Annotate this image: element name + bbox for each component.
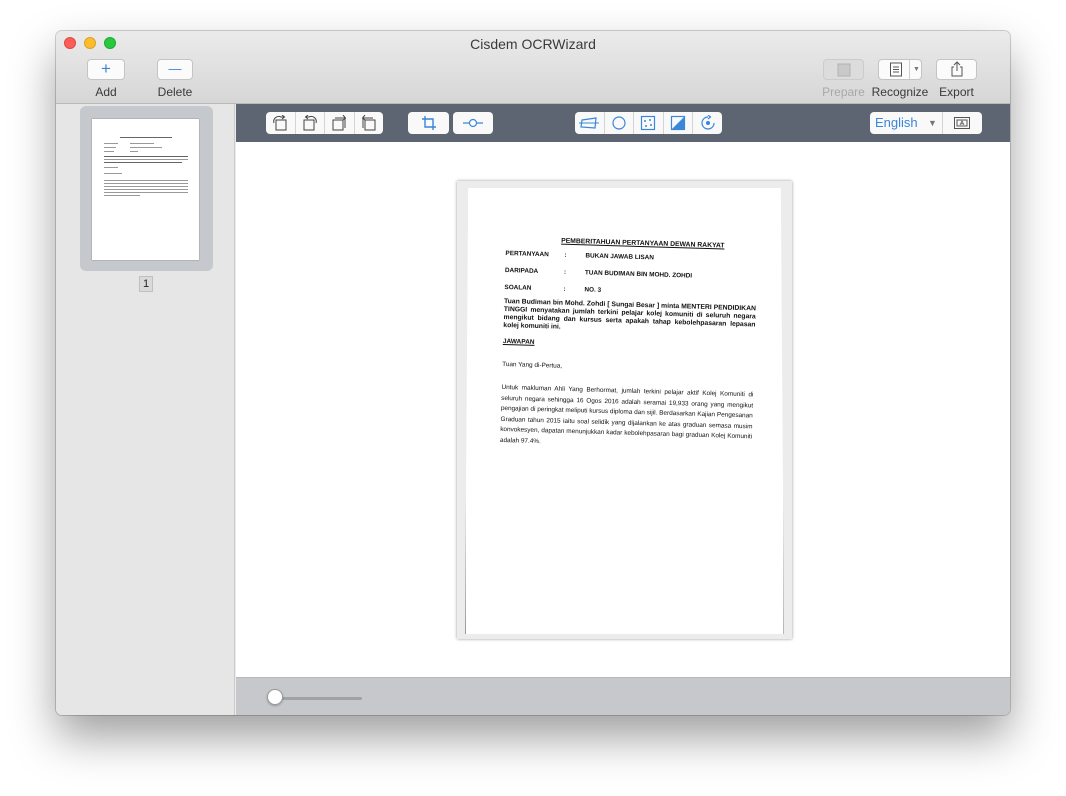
text-area-icon[interactable]: [954, 117, 970, 129]
crop-icon: [421, 116, 436, 130]
contrast-button[interactable]: [662, 112, 693, 134]
recognize-options-divider: [909, 60, 910, 79]
adjust-slider-button[interactable]: [453, 112, 493, 134]
deskew-button[interactable]: [575, 112, 604, 134]
rotate-tool-group: [266, 112, 383, 134]
reset-rotate-icon: [701, 115, 715, 130]
field-label: DARIPADA: [504, 266, 539, 275]
rotate-right-button[interactable]: [294, 112, 325, 134]
page-preview: PEMBERITAHUAN PERTANYAAN DEWAN RAKYAT PE…: [457, 181, 792, 639]
language-value: English: [875, 115, 918, 130]
denoise-icon: [641, 115, 656, 131]
language-divider: [942, 112, 943, 134]
field-colon: :: [563, 268, 567, 276]
export-label: Export: [939, 85, 974, 99]
document-icon: [890, 62, 902, 77]
flip-left-button[interactable]: [324, 112, 354, 134]
page-thumbnails-sidebar: 1: [56, 104, 235, 715]
export-button[interactable]: [936, 59, 977, 80]
answer-paragraph: Untuk makluman Ahli Yang Berhormat, juml…: [499, 383, 754, 445]
zoom-slider-knob[interactable]: [267, 689, 283, 705]
field-colon: :: [563, 285, 566, 293]
minus-icon: —: [168, 61, 182, 76]
answer-heading: JAWAPAN: [502, 337, 535, 346]
field-value: BUKAN JAWAB LISAN: [585, 252, 655, 262]
chevron-down-icon[interactable]: ▼: [913, 61, 920, 78]
adjust-slider-icon: [463, 118, 483, 128]
app-window: Cisdem OCRWizard + Add — Delete Prepare …: [56, 31, 1010, 715]
prepare-icon: [837, 63, 850, 77]
rotate-left-icon: [273, 115, 287, 131]
recognize-button[interactable]: ▼: [878, 59, 922, 80]
window-title: Cisdem OCRWizard: [470, 36, 596, 52]
flip-right-icon: [361, 115, 376, 131]
add-label: Add: [95, 85, 117, 99]
add-button[interactable]: +: [87, 59, 125, 80]
edit-toolbar: English ▼: [236, 104, 1010, 142]
field-label: SOALAN: [504, 283, 532, 292]
circle-icon: [612, 116, 626, 130]
document-canvas: PEMBERITAHUAN PERTANYAAN DEWAN RAKYAT PE…: [236, 142, 1010, 677]
field-value: TUAN BUDIMAN BIN MOHD. ZOHDI: [584, 269, 693, 280]
chevron-down-icon: ▼: [928, 118, 937, 128]
denoise-button[interactable]: [633, 112, 663, 134]
page-number-badge: 1: [139, 276, 153, 292]
scanned-page: PEMBERITAHUAN PERTANYAAN DEWAN RAKYAT PE…: [465, 188, 784, 634]
greeting: Tuan Yang di-Pertua,: [502, 360, 563, 370]
plus-icon: +: [101, 59, 111, 78]
crop-button[interactable]: [408, 112, 449, 134]
deskew-icon: [579, 117, 600, 129]
circle-tool-button[interactable]: [603, 112, 634, 134]
prepare-label: Prepare: [822, 85, 865, 99]
rotate-right-icon: [303, 115, 317, 131]
titlebar: Cisdem OCRWizard + Add — Delete Prepare …: [56, 31, 1010, 104]
delete-label: Delete: [157, 85, 193, 99]
share-icon: [951, 61, 962, 77]
page-content: PEMBERITAHUAN PERTANYAAN DEWAN RAKYAT PE…: [500, 236, 758, 453]
zoom-slider-track[interactable]: [272, 697, 362, 700]
field-value: NO. 3: [584, 286, 602, 294]
thumbnail-image: [92, 119, 199, 260]
flip-right-button[interactable]: [353, 112, 384, 134]
zoom-bar: [236, 677, 1010, 715]
field-colon: :: [564, 251, 567, 259]
language-select[interactable]: English ▼: [870, 112, 982, 134]
prepare-button[interactable]: [823, 59, 864, 80]
recognize-label: Recognize: [871, 85, 929, 99]
image-tool-group: [575, 112, 722, 134]
reset-rotate-button[interactable]: [692, 112, 722, 134]
page-thumbnail-1[interactable]: [80, 106, 213, 271]
delete-button[interactable]: —: [157, 59, 193, 80]
contrast-icon: [670, 115, 686, 131]
flip-left-icon: [332, 115, 347, 131]
rotate-left-button[interactable]: [266, 112, 295, 134]
field-label: PERTANYAAN: [505, 249, 549, 259]
